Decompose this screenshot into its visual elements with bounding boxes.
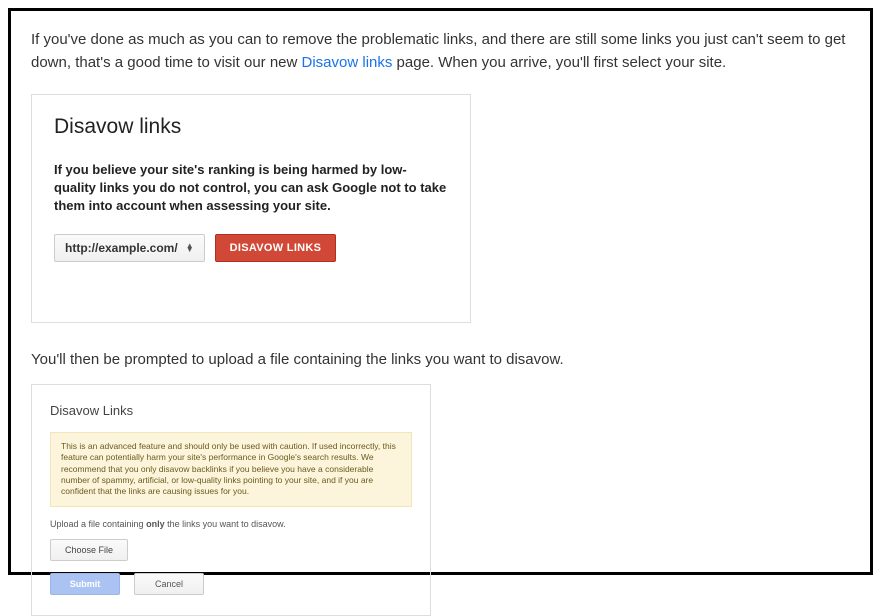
- intro-text-after: page. When you arrive, you'll first sele…: [392, 54, 726, 71]
- site-select-dropdown[interactable]: http://example.com/ ▲▼: [54, 234, 205, 262]
- document-page: If you've done as much as you can to rem…: [8, 8, 873, 575]
- upload-text-bold: only: [146, 519, 165, 529]
- submit-button[interactable]: Submit: [50, 573, 120, 595]
- card-title: Disavow links: [54, 115, 448, 139]
- upload-card-title: Disavow Links: [50, 403, 412, 418]
- upload-text-before: Upload a file containing: [50, 519, 146, 529]
- updown-arrows-icon: ▲▼: [186, 244, 194, 252]
- upload-instruction: Upload a file containing only the links …: [50, 519, 412, 529]
- controls-row: http://example.com/ ▲▼ DISAVOW LINKS: [54, 234, 448, 262]
- disavow-card: Disavow links If you believe your site's…: [31, 94, 471, 323]
- upload-text-after: the links you want to disavow.: [165, 519, 286, 529]
- second-intro: You'll then be prompted to upload a file…: [31, 351, 850, 368]
- choose-file-button[interactable]: Choose File: [50, 539, 128, 561]
- card-description: If you believe your site's ranking is be…: [54, 161, 448, 216]
- disavow-links-link[interactable]: Disavow links: [302, 54, 393, 71]
- upload-card: Disavow Links This is an advanced featur…: [31, 384, 431, 616]
- site-select-value: http://example.com/: [65, 241, 178, 255]
- actions-row: Submit Cancel: [50, 573, 412, 595]
- cancel-button[interactable]: Cancel: [134, 573, 204, 595]
- warning-box: This is an advanced feature and should o…: [50, 432, 412, 507]
- intro-paragraph: If you've done as much as you can to rem…: [31, 29, 850, 74]
- disavow-links-button[interactable]: DISAVOW LINKS: [215, 234, 337, 262]
